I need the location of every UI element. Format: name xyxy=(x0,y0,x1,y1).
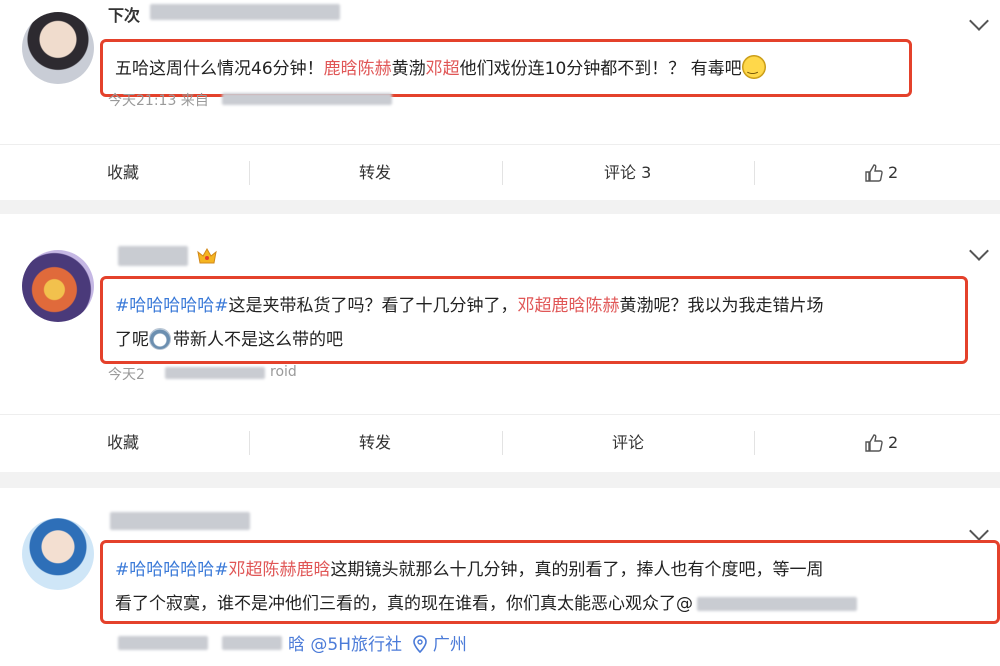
divider xyxy=(754,161,755,185)
forward-button[interactable]: 转发 xyxy=(359,145,391,201)
collect-button[interactable]: 收藏 xyxy=(107,145,139,201)
like-count[interactable]: 2 xyxy=(888,415,898,471)
divider xyxy=(502,161,503,185)
thumbs-up-icon[interactable] xyxy=(864,163,884,183)
divider xyxy=(754,431,755,455)
divider xyxy=(249,161,250,185)
like-count[interactable]: 2 xyxy=(888,145,898,201)
crown-icon xyxy=(197,247,217,264)
chevron-down-icon[interactable] xyxy=(969,521,989,541)
post-text-highlight-box: #哈哈哈哈哈#邓超陈赫鹿晗这期镜头就那么十几分钟，真的别看了，捧人也有个度吧，等… xyxy=(100,540,1000,624)
forward-button[interactable]: 转发 xyxy=(359,415,391,471)
hashtag-link[interactable]: #哈哈哈哈哈# xyxy=(115,560,229,580)
redacted-username xyxy=(118,246,188,266)
weibo-feed: 下次 五哈这周什么情况46分钟！鹿晗陈赫黄渤邓超他们戏份连10分钟都不到！？ 有… xyxy=(0,0,1000,666)
post-text-fragment: 这期镜头就那么十几分钟，真的别看了，捧人也有个度吧，等一周 xyxy=(330,560,824,580)
source-suffix: roid xyxy=(270,364,297,380)
post-card: #哈哈哈哈哈#邓超陈赫鹿晗这期镜头就那么十几分钟，真的别看了，捧人也有个度吧，等… xyxy=(0,488,1000,666)
post-meta: 晗 @5H旅行社 广州 xyxy=(288,635,467,655)
name-highlight: 邓超 xyxy=(425,59,460,79)
smile-emoji-icon xyxy=(741,55,766,79)
redacted-username xyxy=(150,4,340,20)
avatar[interactable] xyxy=(22,518,94,590)
comment-button[interactable]: 评论 3 xyxy=(604,145,651,201)
username[interactable]: 下次 xyxy=(108,2,140,26)
redacted-mention xyxy=(697,597,857,611)
name-highlight: 邓超鹿晗陈赫 xyxy=(517,296,620,316)
chevron-down-icon[interactable] xyxy=(969,241,989,261)
name-highlight: 鹿晗陈赫 xyxy=(323,59,392,79)
action-bar: 收藏 转发 评论 2 xyxy=(0,414,1000,471)
post-text-line: 了呢 带新人不是这么带的吧 xyxy=(115,328,343,350)
dog-emoji-icon xyxy=(149,328,171,350)
name-highlight: 邓超陈赫鹿晗 xyxy=(228,560,331,580)
action-bar: 收藏 转发 评论 3 2 xyxy=(0,144,1000,201)
redacted-username xyxy=(110,512,250,530)
post-text-fragment: 黄渤呢？我以为我走错片场 xyxy=(619,296,824,316)
post-card: #哈哈哈哈哈#这是夹带私货了吗？看了十几分钟了，邓超鹿晗陈赫黄渤呢？我以为我走错… xyxy=(0,214,1000,472)
divider xyxy=(249,431,250,455)
post-text-highlight-box: 五哈这周什么情况46分钟！鹿晗陈赫黄渤邓超他们戏份连10分钟都不到！？ 有毒吧 xyxy=(100,39,912,97)
post-text-highlight-box: #哈哈哈哈哈#这是夹带私货了吗？看了十几分钟了，邓超鹿晗陈赫黄渤呢？我以为我走错… xyxy=(100,276,968,364)
redacted-source xyxy=(222,93,392,105)
post-text-fragment: 这是夹带私货了吗？看了十几分钟了， xyxy=(228,296,518,316)
comment-button[interactable]: 评论 xyxy=(612,415,644,471)
redacted-meta xyxy=(118,636,208,650)
divider xyxy=(502,431,503,455)
redacted-meta xyxy=(222,636,282,650)
post-card: 下次 五哈这周什么情况46分钟！鹿晗陈赫黄渤邓超他们戏份连10分钟都不到！？ 有… xyxy=(0,0,1000,200)
post-meta: 今天2 xyxy=(108,367,145,383)
avatar[interactable] xyxy=(22,250,94,322)
avatar[interactable] xyxy=(22,12,94,84)
post-text-line: #哈哈哈哈哈#这是夹带私货了吗？看了十几分钟了，邓超鹿晗陈赫黄渤呢？我以为我走错… xyxy=(115,289,955,323)
post-meta: 今天21:13 来自 xyxy=(108,93,209,109)
thumbs-up-icon[interactable] xyxy=(864,433,884,453)
collect-button[interactable]: 收藏 xyxy=(107,415,139,471)
post-text-line: #哈哈哈哈哈#邓超陈赫鹿晗这期镜头就那么十几分钟，真的别看了，捧人也有个度吧，等… xyxy=(115,553,987,587)
post-text-fragment: 五哈这周什么情况46分钟！ xyxy=(115,59,324,79)
redacted-source xyxy=(165,367,265,379)
hashtag-link[interactable]: #哈哈哈哈哈# xyxy=(115,296,229,316)
post-text-fragment: 他们戏份连10分钟都不到！？ 有毒吧 xyxy=(459,59,742,79)
chevron-down-icon[interactable] xyxy=(969,11,989,31)
post-text-line: 看了个寂寞，谁不是冲他们三看的，真的现在谁看，你们真太能恶心观众了@ xyxy=(115,587,987,621)
post-text: 五哈这周什么情况46分钟！鹿晗陈赫黄渤邓超他们戏份连10分钟都不到！？ 有毒吧 xyxy=(115,59,742,79)
location-pin-icon xyxy=(413,635,428,653)
post-text-fragment: 黄渤 xyxy=(391,59,426,79)
